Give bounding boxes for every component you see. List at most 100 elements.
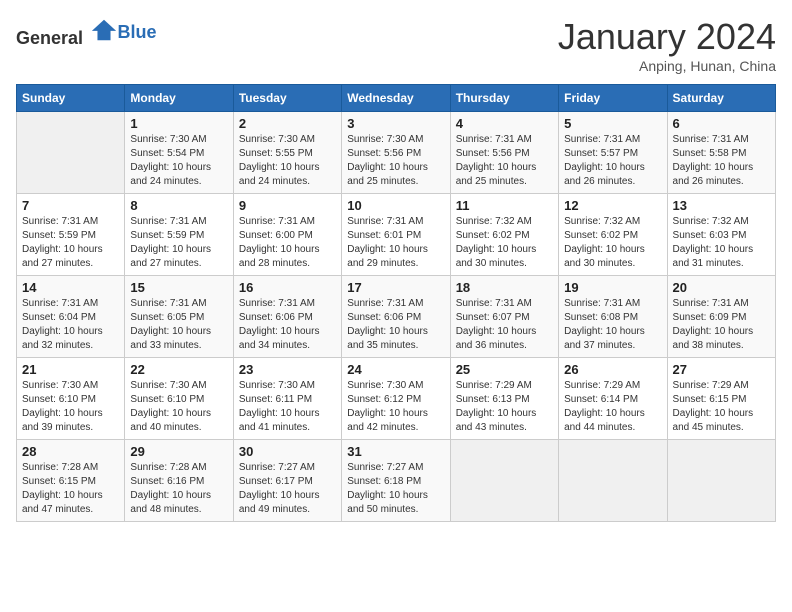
calendar-week-row: 7 Sunrise: 7:31 AMSunset: 5:59 PMDaylight… [17,194,776,276]
day-number: 25 [456,362,553,377]
calendar-cell: 16 Sunrise: 7:31 AMSunset: 6:06 PMDayligh… [233,276,341,358]
day-number: 1 [130,116,227,131]
day-info: Sunrise: 7:30 AMSunset: 5:55 PMDaylight:… [239,133,336,189]
logo-blue: Blue [118,22,157,42]
day-info: Sunrise: 7:31 AMSunset: 6:06 PMDaylight:… [239,297,336,353]
day-number: 2 [239,116,336,131]
day-number: 18 [456,280,553,295]
day-header-tuesday: Tuesday [233,85,341,112]
day-number: 21 [22,362,119,377]
calendar-cell [17,112,125,194]
calendar-cell [667,440,775,522]
day-info: Sunrise: 7:31 AMSunset: 6:09 PMDaylight:… [673,297,770,353]
calendar-cell: 24Sunrise: 7:30 AMSunset: 6:12 PMDayligh… [342,358,450,440]
logo-text: General [16,16,118,49]
day-info: Sunrise: 7:30 AMSunset: 5:56 PMDaylight:… [347,133,444,189]
logo: General Blue [16,16,157,49]
day-number: 22 [130,362,227,377]
day-number: 23 [239,362,336,377]
day-number: 9 [239,198,336,213]
calendar-cell: 19 Sunrise: 7:31 AMSunset: 6:08 PMDayligh… [559,276,667,358]
day-number: 7 [22,198,119,213]
calendar-week-row: 1 Sunrise: 7:30 AMSunset: 5:54 PMDaylight… [17,112,776,194]
day-info: Sunrise: 7:31 AMSunset: 5:59 PMDaylight:… [130,215,227,271]
calendar-week-row: 14 Sunrise: 7:31 AMSunset: 6:04 PMDayligh… [17,276,776,358]
calendar-cell: 6Sunrise: 7:31 AMSunset: 5:58 PMDaylight… [667,112,775,194]
logo-icon [90,16,118,44]
day-number: 17 [347,280,444,295]
day-number: 3 [347,116,444,131]
day-number: 10 [347,198,444,213]
day-header-friday: Friday [559,85,667,112]
calendar-cell: 27Sunrise: 7:29 AMSunset: 6:15 PMDayligh… [667,358,775,440]
calendar-cell: 10 Sunrise: 7:31 AMSunset: 6:01 PMDayligh… [342,194,450,276]
day-number: 30 [239,444,336,459]
day-info: Sunrise: 7:30 AMSunset: 5:54 PMDaylight:… [130,133,227,189]
calendar-cell: 28 Sunrise: 7:28 AMSunset: 6:15 PMDayligh… [17,440,125,522]
logo-general: General [16,28,83,48]
calendar-cell [450,440,558,522]
calendar-cell: 8 Sunrise: 7:31 AMSunset: 5:59 PMDaylight… [125,194,233,276]
location-subtitle: Anping, Hunan, China [558,58,776,74]
calendar-cell: 31Sunrise: 7:27 AMSunset: 6:18 PMDayligh… [342,440,450,522]
day-number: 26 [564,362,661,377]
calendar-week-row: 28 Sunrise: 7:28 AMSunset: 6:15 PMDayligh… [17,440,776,522]
day-info: Sunrise: 7:31 AMSunset: 5:59 PMDaylight:… [22,215,119,271]
day-header-sunday: Sunday [17,85,125,112]
calendar-cell: 20 Sunrise: 7:31 AMSunset: 6:09 PMDayligh… [667,276,775,358]
calendar-cell: 13 Sunrise: 7:32 AMSunset: 6:03 PMDayligh… [667,194,775,276]
calendar-cell: 2 Sunrise: 7:30 AMSunset: 5:55 PMDaylight… [233,112,341,194]
calendar-week-row: 21 Sunrise: 7:30 AMSunset: 6:10 PMDayligh… [17,358,776,440]
day-number: 8 [130,198,227,213]
calendar-cell: 25 Sunrise: 7:29 AMSunset: 6:13 PMDayligh… [450,358,558,440]
day-header-saturday: Saturday [667,85,775,112]
title-block: January 2024 Anping, Hunan, China [558,16,776,74]
day-number: 29 [130,444,227,459]
day-info: Sunrise: 7:29 AMSunset: 6:14 PMDaylight:… [564,379,661,435]
day-number: 4 [456,116,553,131]
page-header: General Blue January 2024 Anping, Hunan,… [16,16,776,74]
day-header-monday: Monday [125,85,233,112]
day-number: 13 [673,198,770,213]
calendar-cell: 1 Sunrise: 7:30 AMSunset: 5:54 PMDaylight… [125,112,233,194]
day-info: Sunrise: 7:31 AMSunset: 6:07 PMDaylight:… [456,297,553,353]
day-number: 24 [347,362,444,377]
day-info: Sunrise: 7:31 AMSunset: 5:56 PMDaylight:… [456,133,553,189]
day-number: 12 [564,198,661,213]
day-number: 16 [239,280,336,295]
day-info: Sunrise: 7:31 AMSunset: 6:01 PMDaylight:… [347,215,444,271]
day-info: Sunrise: 7:28 AMSunset: 6:16 PMDaylight:… [130,461,227,517]
day-number: 27 [673,362,770,377]
calendar-cell: 3 Sunrise: 7:30 AMSunset: 5:56 PMDaylight… [342,112,450,194]
day-number: 5 [564,116,661,131]
day-info: Sunrise: 7:30 AMSunset: 6:10 PMDaylight:… [22,379,119,435]
calendar-cell: 23 Sunrise: 7:30 AMSunset: 6:11 PMDayligh… [233,358,341,440]
calendar-cell: 11Sunrise: 7:32 AMSunset: 6:02 PMDayligh… [450,194,558,276]
day-info: Sunrise: 7:31 AMSunset: 6:00 PMDaylight:… [239,215,336,271]
day-info: Sunrise: 7:29 AMSunset: 6:13 PMDaylight:… [456,379,553,435]
day-info: Sunrise: 7:30 AMSunset: 6:11 PMDaylight:… [239,379,336,435]
calendar-table: SundayMondayTuesdayWednesdayThursdayFrid… [16,84,776,522]
calendar-cell: 17 Sunrise: 7:31 AMSunset: 6:06 PMDayligh… [342,276,450,358]
calendar-cell: 5Sunrise: 7:31 AMSunset: 5:57 PMDaylight… [559,112,667,194]
day-info: Sunrise: 7:27 AMSunset: 6:18 PMDaylight:… [347,461,444,517]
month-title: January 2024 [558,16,776,58]
day-info: Sunrise: 7:27 AMSunset: 6:17 PMDaylight:… [239,461,336,517]
day-number: 20 [673,280,770,295]
day-info: Sunrise: 7:32 AMSunset: 6:03 PMDaylight:… [673,215,770,271]
calendar-cell: 15Sunrise: 7:31 AMSunset: 6:05 PMDayligh… [125,276,233,358]
calendar-cell [559,440,667,522]
day-header-thursday: Thursday [450,85,558,112]
day-info: Sunrise: 7:30 AMSunset: 6:10 PMDaylight:… [130,379,227,435]
day-info: Sunrise: 7:28 AMSunset: 6:15 PMDaylight:… [22,461,119,517]
day-info: Sunrise: 7:32 AMSunset: 6:02 PMDaylight:… [564,215,661,271]
calendar-header-row: SundayMondayTuesdayWednesdayThursdayFrid… [17,85,776,112]
day-info: Sunrise: 7:31 AMSunset: 6:06 PMDaylight:… [347,297,444,353]
day-info: Sunrise: 7:31 AMSunset: 6:08 PMDaylight:… [564,297,661,353]
day-info: Sunrise: 7:31 AMSunset: 6:04 PMDaylight:… [22,297,119,353]
day-number: 14 [22,280,119,295]
calendar-cell: 29 Sunrise: 7:28 AMSunset: 6:16 PMDayligh… [125,440,233,522]
day-number: 19 [564,280,661,295]
calendar-cell: 14 Sunrise: 7:31 AMSunset: 6:04 PMDayligh… [17,276,125,358]
day-number: 28 [22,444,119,459]
